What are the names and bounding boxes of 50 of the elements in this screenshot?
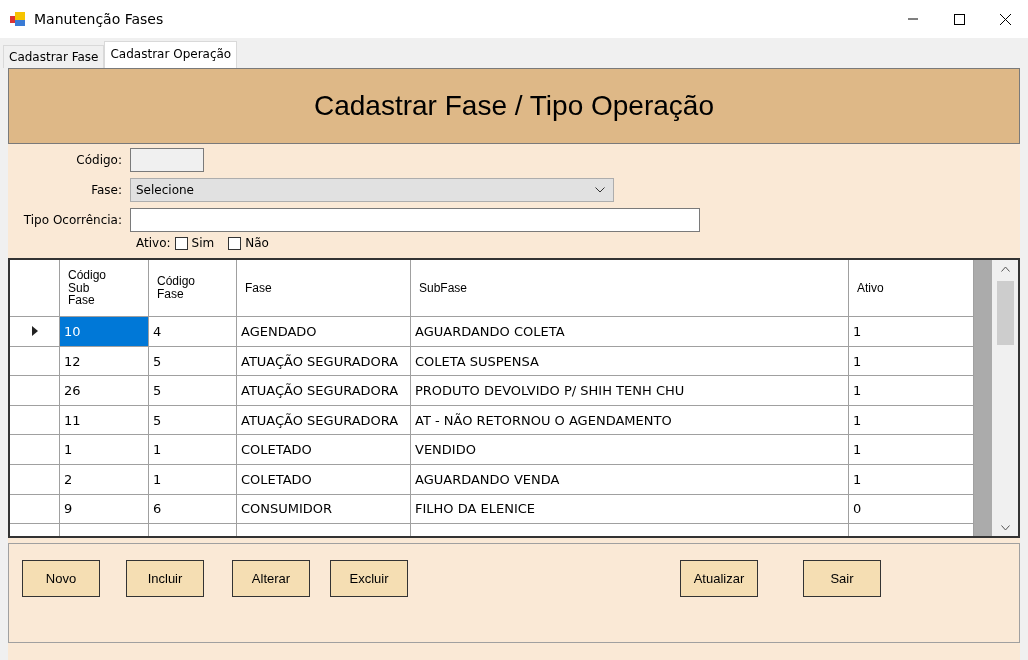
table-cell: COLETADO bbox=[237, 465, 411, 495]
window-title: Manutenção Fases bbox=[34, 11, 164, 27]
checkbox-label: Sim bbox=[191, 236, 215, 250]
column-header[interactable]: Código Fase bbox=[157, 275, 201, 301]
field-label: Código: bbox=[75, 153, 122, 167]
table-cell: AGUARDANDO COLETA bbox=[411, 317, 849, 347]
table-cell: 1 bbox=[149, 465, 237, 495]
scroll-up-icon[interactable] bbox=[1000, 265, 1010, 272]
table-cell: 4 bbox=[149, 317, 237, 347]
close-icon bbox=[999, 13, 1011, 25]
action-button[interactable]: Excluir bbox=[330, 560, 408, 597]
field-label: Tipo Ocorrência: bbox=[22, 213, 122, 227]
table-cell: 1 bbox=[849, 317, 974, 347]
action-button[interactable]: Incluir bbox=[126, 560, 204, 597]
table-cell: PRODUTO DEVOLVIDO P/ SHIH TENH CHU bbox=[411, 376, 849, 406]
table-cell: 2 bbox=[60, 465, 149, 495]
maximize-icon bbox=[953, 13, 965, 25]
action-button[interactable]: Sair bbox=[803, 560, 881, 597]
occurrence-type-field[interactable] bbox=[130, 208, 700, 232]
checkbox[interactable] bbox=[174, 236, 188, 250]
scroll-thumb[interactable] bbox=[996, 281, 1014, 345]
action-button[interactable]: Alterar bbox=[232, 560, 310, 597]
action-button[interactable]: Novo bbox=[22, 560, 100, 597]
action-button[interactable]: Atualizar bbox=[680, 560, 758, 597]
scroll-down-icon[interactable] bbox=[1000, 524, 1010, 531]
table-cell: 26 bbox=[60, 376, 149, 406]
table-cell: ATUAÇÃO SEGURADORA bbox=[237, 376, 411, 406]
scrollbar[interactable] bbox=[992, 260, 1018, 536]
checkbox[interactable] bbox=[228, 236, 242, 250]
table-cell: 5 bbox=[149, 376, 237, 406]
column-header[interactable]: Código Sub Fase bbox=[68, 269, 112, 307]
field-label: Fase: bbox=[90, 183, 122, 197]
column-header[interactable]: Ativo bbox=[857, 281, 884, 295]
row-pointer-icon bbox=[31, 326, 38, 337]
tab[interactable]: Cadastrar Operação bbox=[104, 41, 238, 68]
field-label: Ativo: bbox=[136, 236, 171, 250]
table-cell: 10 bbox=[60, 317, 149, 347]
row-header[interactable] bbox=[10, 465, 60, 495]
table-cell: AGENDADO bbox=[237, 317, 411, 347]
table-cell: 1 bbox=[849, 465, 974, 495]
form-header: Cadastrar Fase / Tipo Operação bbox=[8, 68, 1020, 144]
phase-dropdown[interactable]: Selecione bbox=[130, 178, 614, 202]
row-header[interactable] bbox=[10, 376, 60, 406]
column-header[interactable]: Fase bbox=[245, 281, 272, 295]
table-cell: AGUARDANDO VENDA bbox=[411, 465, 849, 495]
table-cell: 1 bbox=[849, 376, 974, 406]
checkbox-label: Não bbox=[245, 236, 269, 250]
chevron-down-icon bbox=[595, 187, 605, 193]
tab[interactable]: Cadastrar Fase bbox=[3, 45, 105, 68]
app-icon bbox=[10, 11, 26, 27]
